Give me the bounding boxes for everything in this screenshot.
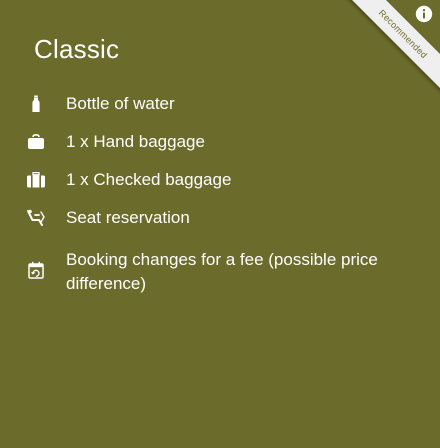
booking-changes-icon <box>24 258 48 282</box>
feature-label: 1 x Hand baggage <box>66 132 205 151</box>
feature-item-seat-reservation: Seat reservation <box>24 206 410 230</box>
feature-label: Bottle of water <box>66 94 175 113</box>
feature-label: Seat reservation <box>66 208 190 227</box>
feature-item-booking-changes: Booking changes for a fee (possible pric… <box>24 248 410 296</box>
info-icon[interactable] <box>414 4 434 24</box>
feature-list: Bottle of water 1 x Hand baggage 1 x Che… <box>24 92 410 310</box>
feature-item-hand-baggage: 1 x Hand baggage <box>24 130 410 154</box>
feature-item-water: Bottle of water <box>24 92 410 116</box>
feature-label: Booking changes for a fee (possible pric… <box>66 250 378 293</box>
feature-label: 1 x Checked baggage <box>66 170 232 189</box>
checked-baggage-icon <box>24 168 48 192</box>
feature-item-checked-baggage: 1 x Checked baggage <box>24 168 410 192</box>
fare-title: Classic <box>34 34 120 64</box>
seat-reservation-icon <box>24 206 48 230</box>
water-bottle-icon <box>24 92 48 116</box>
hand-baggage-icon <box>24 130 48 154</box>
fare-card[interactable]: Classic Recommended Bottle of water 1 x … <box>0 0 440 448</box>
